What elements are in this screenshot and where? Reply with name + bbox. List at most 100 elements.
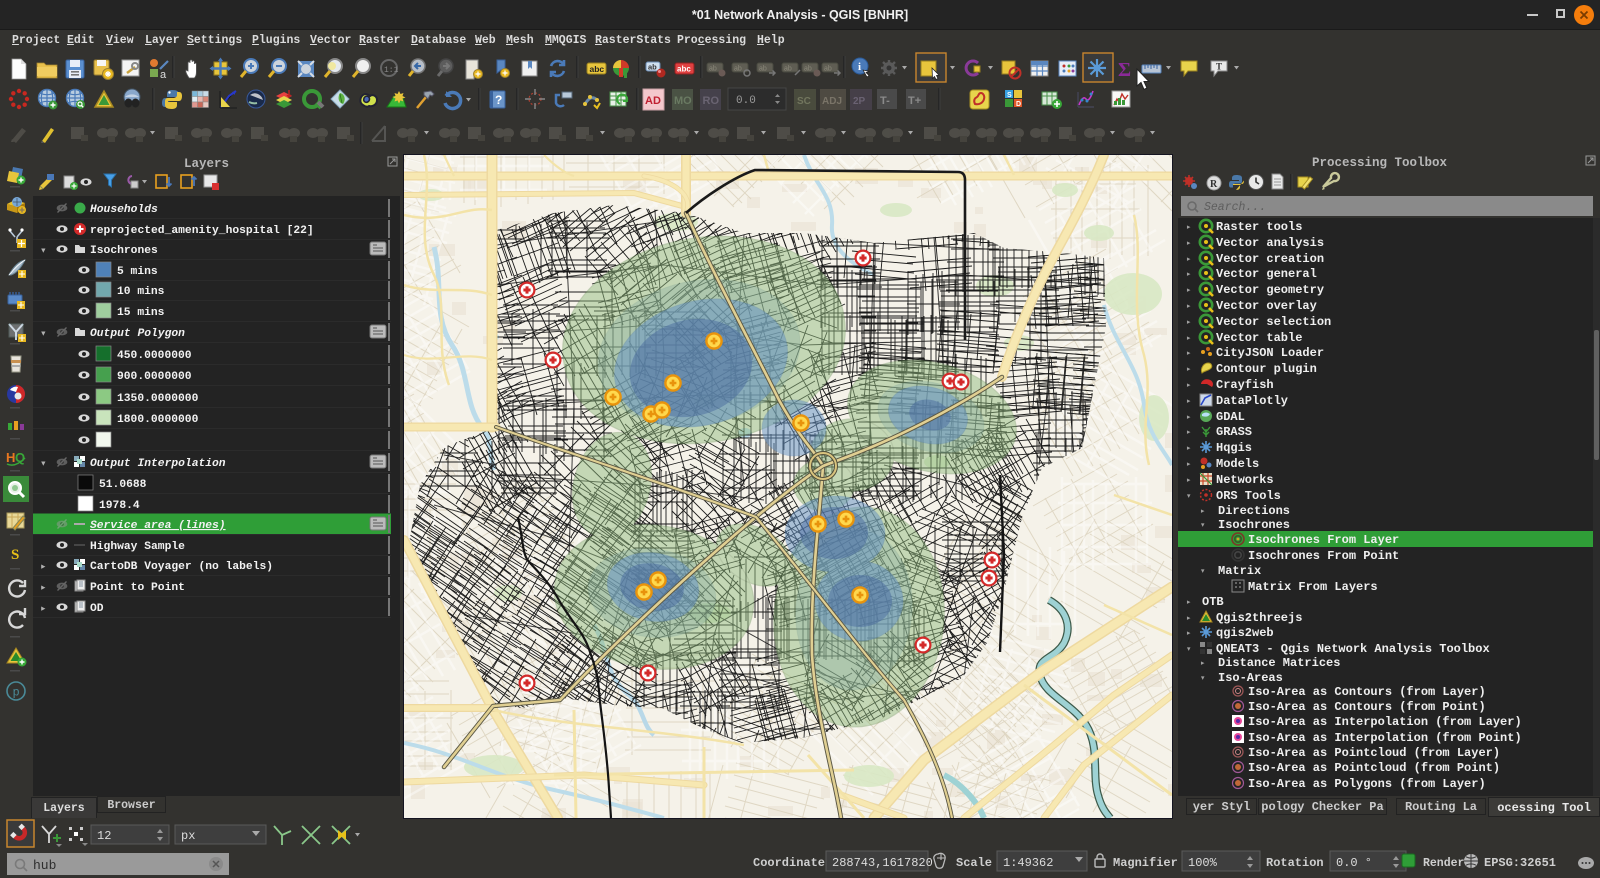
- svg-text:▸: ▸: [1186, 334, 1191, 344]
- svg-text:ab: ab: [804, 66, 812, 73]
- svg-text:▸: ▸: [1186, 460, 1191, 470]
- svg-text:EPSG:32651: EPSG:32651: [1484, 856, 1556, 870]
- svg-text:Households: Households: [90, 204, 158, 216]
- svg-text:reprojected_amenity_hospital [: reprojected_amenity_hospital [22]: [90, 225, 314, 237]
- svg-text:▸: ▸: [1186, 255, 1191, 265]
- svg-text:ORS Tools: ORS Tools: [1216, 489, 1281, 503]
- svg-text:▸: ▸: [1186, 239, 1191, 249]
- svg-text:T-: T-: [880, 95, 890, 107]
- svg-text:▾: ▾: [1186, 645, 1191, 655]
- svg-text:Isochrones From Point: Isochrones From Point: [1248, 549, 1399, 563]
- svg-text:Vector selection: Vector selection: [1216, 315, 1331, 329]
- svg-text:Iso-Area as Contours (from Lay: Iso-Area as Contours (from Layer): [1248, 685, 1486, 699]
- svg-text:15 mins: 15 mins: [117, 307, 165, 319]
- svg-text:D: D: [1016, 101, 1021, 108]
- svg-text:GDAL: GDAL: [1216, 410, 1245, 424]
- svg-text:▸: ▸: [1186, 223, 1191, 233]
- svg-text:DataPlotly: DataPlotly: [1216, 394, 1288, 408]
- svg-text:1:49362: 1:49362: [1003, 856, 1053, 870]
- svg-text:Magnifier: Magnifier: [1113, 856, 1178, 870]
- svg-text:▾: ▾: [40, 459, 47, 471]
- svg-text:hub: hub: [33, 858, 56, 873]
- svg-text:▾: ▾: [1200, 567, 1205, 577]
- svg-text:▸: ▸: [1186, 397, 1191, 407]
- svg-text:Vector creation: Vector creation: [1216, 252, 1324, 266]
- svg-text:Iso-Area as Pointcloud (from P: Iso-Area as Pointcloud (from Point): [1248, 761, 1500, 775]
- svg-text:CityJSON Loader: CityJSON Loader: [1216, 346, 1324, 360]
- svg-text:▾: ▾: [1200, 521, 1205, 531]
- svg-text:MO: MO: [674, 95, 692, 107]
- svg-text:▸: ▸: [1186, 476, 1191, 486]
- svg-text:Vector geometry: Vector geometry: [1216, 283, 1324, 297]
- svg-text:▸: ▸: [1186, 598, 1191, 608]
- svg-text:Render: Render: [1423, 857, 1465, 870]
- svg-text:900.0000000: 900.0000000: [117, 371, 192, 383]
- svg-text:GRASS: GRASS: [1216, 425, 1252, 439]
- svg-text:Contour plugin: Contour plugin: [1216, 362, 1317, 376]
- svg-text:OD: OD: [90, 603, 104, 615]
- svg-text:2P: 2P: [853, 96, 866, 107]
- svg-text:Output Interpolation: Output Interpolation: [90, 458, 226, 470]
- svg-text:abc: abc: [677, 65, 691, 74]
- svg-text:Service area (lines): Service area (lines): [90, 520, 226, 532]
- svg-text:Raster tools: Raster tools: [1216, 220, 1302, 234]
- svg-text:Iso-Area as Interpolation (fro: Iso-Area as Interpolation (from Point): [1248, 731, 1522, 745]
- svg-text:▸: ▸: [1200, 507, 1205, 517]
- svg-text:S: S: [11, 547, 19, 563]
- svg-text:Models: Models: [1216, 457, 1259, 471]
- svg-text:H: H: [6, 450, 15, 465]
- svg-text:Isochrones From Layer: Isochrones From Layer: [1248, 533, 1399, 547]
- svg-text:▸: ▸: [1186, 349, 1191, 359]
- svg-text:Σ: Σ: [1118, 59, 1131, 81]
- svg-text:QNEAT3 - Qgis Network Analysis: QNEAT3 - Qgis Network Analysis Toolbox: [1216, 642, 1490, 656]
- svg-text:Output Polygon: Output Polygon: [90, 328, 185, 340]
- svg-text:▸: ▸: [1186, 270, 1191, 280]
- svg-text:Iso-Areas: Iso-Areas: [1218, 671, 1283, 685]
- svg-text:px: px: [181, 829, 195, 843]
- svg-text:1800.0000000: 1800.0000000: [117, 414, 199, 426]
- svg-text:S: S: [1007, 92, 1012, 99]
- svg-text:p: p: [13, 686, 20, 700]
- svg-text:Matrix: Matrix: [1218, 564, 1261, 578]
- svg-text:ab: ab: [734, 66, 742, 73]
- svg-text:Matrix From Layers: Matrix From Layers: [1248, 580, 1378, 594]
- svg-text:ab: ab: [824, 66, 832, 73]
- svg-text:Highway Sample: Highway Sample: [90, 541, 185, 553]
- svg-text:abc: abc: [590, 64, 605, 74]
- svg-text:▸: ▸: [1186, 286, 1191, 296]
- svg-text:288743,1617820: 288743,1617820: [832, 856, 933, 870]
- svg-text:Iso-Area as Pointcloud (from L: Iso-Area as Pointcloud (from Layer): [1248, 746, 1500, 760]
- svg-text:▸: ▸: [1186, 444, 1191, 454]
- svg-text:ADJ: ADJ: [822, 96, 842, 107]
- svg-text:Vector table: Vector table: [1216, 331, 1302, 345]
- svg-text:AD: AD: [645, 95, 661, 107]
- svg-text:▸: ▸: [1200, 659, 1205, 669]
- svg-text:▸: ▸: [1186, 381, 1191, 391]
- svg-text:Iso-Area as Interpolation (fro: Iso-Area as Interpolation (from Layer): [1248, 715, 1522, 729]
- svg-text:▾: ▾: [1186, 492, 1191, 502]
- svg-text:ab: ab: [759, 66, 767, 73]
- svg-text:▸: ▸: [1186, 629, 1191, 639]
- svg-text:5 mins: 5 mins: [117, 266, 158, 278]
- svg-text:CartoDB Voyager (no labels): CartoDB Voyager (no labels): [90, 561, 273, 573]
- svg-text:T+: T+: [908, 95, 921, 107]
- svg-text:T: T: [1216, 62, 1222, 72]
- svg-text:Processing Toolbox: Processing Toolbox: [1312, 156, 1448, 170]
- svg-text:1350.0000000: 1350.0000000: [117, 393, 199, 405]
- svg-text:10 mins: 10 mins: [117, 286, 165, 298]
- svg-text:▸: ▸: [40, 604, 47, 616]
- svg-text:i: i: [858, 61, 861, 73]
- svg-text:qgis2web: qgis2web: [1216, 626, 1274, 640]
- svg-text:▾: ▾: [40, 329, 47, 341]
- svg-text:RO: RO: [703, 95, 720, 107]
- svg-text:1:1: 1:1: [384, 66, 399, 75]
- svg-text:▸: ▸: [40, 583, 47, 595]
- svg-text:ab: ab: [648, 63, 657, 72]
- svg-text:0.0: 0.0: [736, 95, 756, 107]
- svg-text:▸: ▸: [1186, 302, 1191, 312]
- svg-text:Distance Matrices: Distance Matrices: [1218, 656, 1340, 670]
- svg-text:Qgis2threejs: Qgis2threejs: [1216, 611, 1302, 625]
- svg-text:Hqgis: Hqgis: [1216, 441, 1252, 455]
- svg-text:OTB: OTB: [1202, 595, 1224, 609]
- svg-text:Coordinate: Coordinate: [753, 856, 825, 870]
